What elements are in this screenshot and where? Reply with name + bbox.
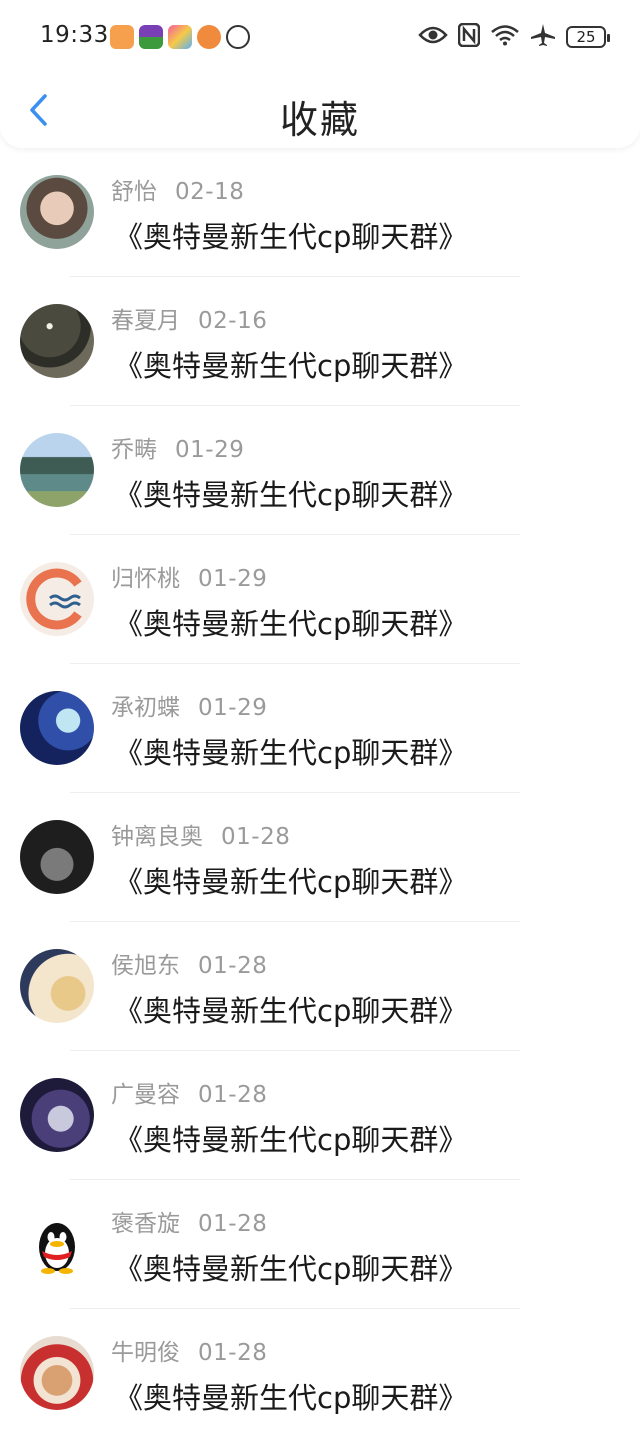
avatar (20, 433, 94, 507)
list-item[interactable]: 归怀桃 01-29 《奥特曼新生代cp聊天群》 (0, 535, 640, 664)
item-date: 01-28 (198, 1082, 268, 1108)
item-nickname: 舒怡 (111, 179, 157, 205)
list-item[interactable]: 侯旭东 01-28 《奥特曼新生代cp聊天群》 (0, 922, 640, 1051)
status-right-icons: 25 (418, 22, 610, 52)
item-meta: 春夏月 02-16 (111, 301, 267, 335)
qq-penguin-icon (39, 1223, 75, 1274)
wifi-icon (490, 24, 520, 50)
list-item[interactable]: 春夏月 02-16 《奥特曼新生代cp聊天群》 (0, 277, 640, 406)
item-nickname: 乔畴 (111, 437, 157, 463)
avatar (20, 820, 94, 894)
item-date: 01-28 (221, 824, 291, 850)
item-date: 01-29 (175, 437, 245, 463)
avatar (20, 562, 94, 636)
item-date: 01-28 (198, 1211, 268, 1237)
item-title: 《奥特曼新生代cp聊天群》 (114, 349, 468, 383)
top-header: 19:33 25 收藏 (0, 0, 640, 148)
item-date: 01-28 (198, 1340, 268, 1366)
status-bar: 19:33 25 (0, 0, 640, 76)
item-date: 01-29 (198, 695, 268, 721)
item-date: 02-16 (198, 308, 268, 334)
item-meta: 侯旭东 01-28 (111, 946, 267, 980)
item-title: 《奥特曼新生代cp聊天群》 (114, 1381, 468, 1415)
eye-icon (418, 25, 448, 49)
avatar (20, 304, 94, 378)
item-title: 《奥特曼新生代cp聊天群》 (114, 478, 468, 512)
item-date: 01-28 (198, 953, 268, 979)
page-title: 收藏 (279, 98, 360, 142)
avatar (20, 1336, 94, 1410)
list-item[interactable]: 舒怡 02-18 《奥特曼新生代cp聊天群》 (0, 148, 640, 277)
list-item[interactable]: 承初蝶 01-29 《奥特曼新生代cp聊天群》 (0, 664, 640, 793)
item-nickname: 归怀桃 (111, 566, 180, 592)
avatar (20, 1078, 94, 1152)
hand-icon (226, 25, 250, 49)
item-nickname: 春夏月 (111, 308, 180, 334)
item-meta: 舒怡 02-18 (111, 172, 244, 206)
app-notification-icon (110, 25, 134, 49)
airplane-icon (530, 23, 556, 51)
list-item[interactable]: 牛明俊 01-28 《奥特曼新生代cp聊天群》 (0, 1309, 640, 1438)
item-title: 《奥特曼新生代cp聊天群》 (114, 736, 468, 770)
item-meta: 承初蝶 01-29 (111, 688, 267, 722)
item-nickname: 钟离良奥 (111, 824, 203, 850)
item-title: 《奥特曼新生代cp聊天群》 (114, 1252, 468, 1286)
app-notification-icon (197, 25, 221, 49)
app-notification-icon (139, 25, 163, 49)
item-nickname: 牛明俊 (111, 1340, 180, 1366)
item-title: 《奥特曼新生代cp聊天群》 (114, 220, 468, 254)
battery-indicator: 25 (566, 26, 610, 48)
list-item[interactable]: 钟离良奥 01-28 《奥特曼新生代cp聊天群》 (0, 793, 640, 922)
avatar (20, 1207, 94, 1281)
item-meta: 牛明俊 01-28 (111, 1333, 267, 1367)
nfc-icon (457, 22, 481, 51)
item-nickname: 承初蝶 (111, 695, 180, 721)
avatar (20, 691, 94, 765)
item-title: 《奥特曼新生代cp聊天群》 (114, 994, 468, 1028)
list-item[interactable]: 乔畴 01-29 《奥特曼新生代cp聊天群》 (0, 406, 640, 535)
item-meta: 钟离良奥 01-28 (111, 817, 290, 851)
item-meta: 乔畴 01-29 (111, 430, 244, 464)
item-title: 《奥特曼新生代cp聊天群》 (114, 865, 468, 899)
item-nickname: 侯旭东 (111, 953, 180, 979)
avatar (20, 175, 94, 249)
avatar (20, 949, 94, 1023)
favorites-list: 舒怡 02-18 《奥特曼新生代cp聊天群》 春夏月 02-16 《奥特曼新生代cp… (0, 148, 640, 1438)
item-title: 《奥特曼新生代cp聊天群》 (114, 1123, 468, 1157)
list-item[interactable]: 广曼容 01-28 《奥特曼新生代cp聊天群》 (0, 1051, 640, 1180)
item-nickname: 褒香旋 (111, 1211, 180, 1237)
item-date: 01-29 (198, 566, 268, 592)
item-meta: 归怀桃 01-29 (111, 559, 267, 593)
status-time: 19:33 (40, 22, 109, 48)
item-title: 《奥特曼新生代cp聊天群》 (114, 607, 468, 641)
item-meta: 褒香旋 01-28 (111, 1204, 267, 1238)
nav-bar: 收藏 (0, 76, 640, 148)
app-notification-icon (168, 25, 192, 49)
item-date: 02-18 (175, 179, 245, 205)
item-nickname: 广曼容 (111, 1082, 180, 1108)
item-meta: 广曼容 01-28 (111, 1075, 267, 1109)
list-item[interactable]: 褒香旋 01-28 《奥特曼新生代cp聊天群》 (0, 1180, 640, 1309)
